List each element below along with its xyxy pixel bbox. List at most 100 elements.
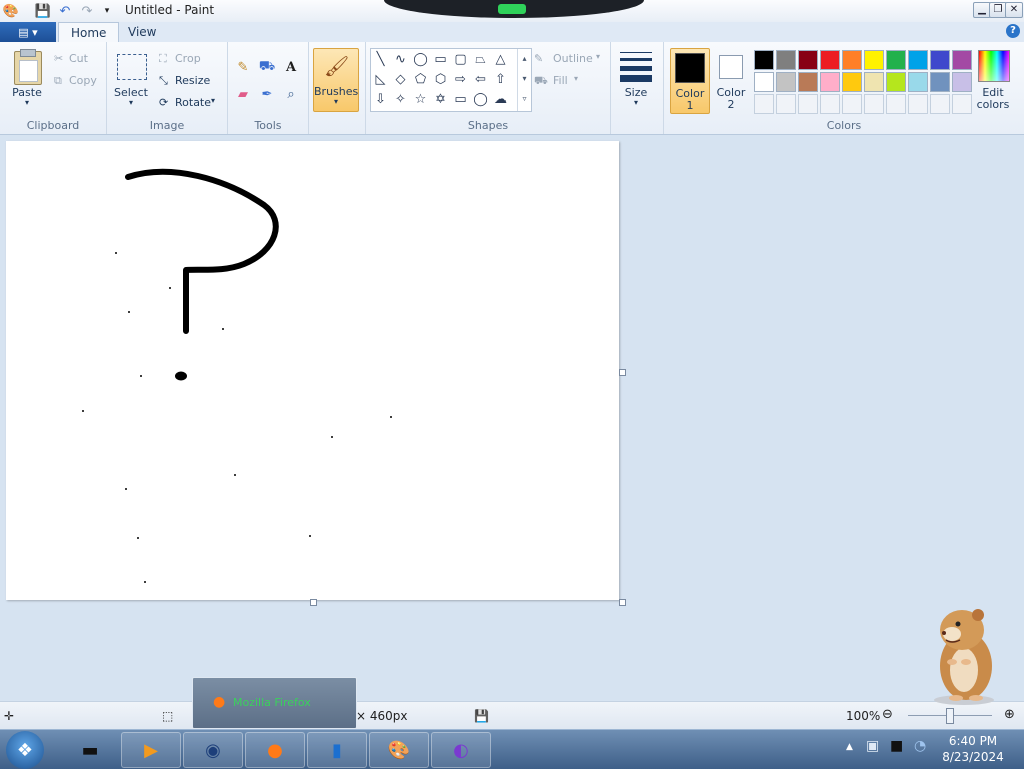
tab-view[interactable]: View xyxy=(116,22,168,42)
resize-handle-corner[interactable] xyxy=(619,599,626,606)
color2-button[interactable]: Color 2 xyxy=(712,48,750,112)
fill-dropdown-icon[interactable]: ▾ xyxy=(574,74,578,83)
drawing-canvas[interactable] xyxy=(6,141,619,600)
start-button[interactable]: ❖ xyxy=(6,731,44,769)
right-triangle-shape-icon[interactable]: ◺ xyxy=(371,70,390,89)
palette-swatch[interactable] xyxy=(952,72,972,92)
tray-printer-icon[interactable]: ▣ xyxy=(866,738,879,754)
rectangle-shape-icon[interactable]: ▭ xyxy=(431,50,450,69)
diamond-shape-icon[interactable]: ◇ xyxy=(391,70,410,89)
paint-taskbar-icon[interactable]: 🎨 xyxy=(369,732,429,768)
custom-color-slot[interactable] xyxy=(886,94,906,114)
fill-button[interactable]: Fill xyxy=(553,74,568,87)
brushes-button[interactable]: 🖌 Brushes ▾ xyxy=(313,48,359,112)
zoom-out-icon[interactable]: ⊖ xyxy=(882,707,893,722)
down-arrow-shape-icon[interactable]: ⇩ xyxy=(371,90,390,109)
network-icon[interactable]: ◔ xyxy=(914,738,926,754)
paste-icon[interactable] xyxy=(14,49,42,85)
outline-dropdown-icon[interactable]: ▾ xyxy=(596,52,600,61)
edit-colors-icon[interactable] xyxy=(978,50,1010,82)
paint-menu-button[interactable]: ▤ ▾ xyxy=(0,22,56,42)
custom-color-slot[interactable] xyxy=(952,94,972,114)
custom-color-slot[interactable] xyxy=(842,94,862,114)
redo-icon[interactable]: ↷ xyxy=(78,2,96,20)
palette-swatch[interactable] xyxy=(754,72,774,92)
pentagon-shape-icon[interactable]: ⬠ xyxy=(411,70,430,89)
rotate-dropdown-icon[interactable]: ▾ xyxy=(211,96,215,105)
crop-button[interactable]: Crop xyxy=(175,52,201,65)
palette-swatch[interactable] xyxy=(908,50,928,70)
palette-swatch[interactable] xyxy=(930,72,950,92)
palette-swatch[interactable] xyxy=(864,72,884,92)
palette-swatch[interactable] xyxy=(908,72,928,92)
size-dropdown-icon[interactable]: ▾ xyxy=(615,98,657,107)
color1-button[interactable]: Color 1 xyxy=(670,48,710,114)
mask-app-icon[interactable]: ◐ xyxy=(431,732,491,768)
custom-color-slot[interactable] xyxy=(930,94,950,114)
size-icon[interactable] xyxy=(620,52,652,82)
right-arrow-shape-icon[interactable]: ⇨ xyxy=(451,70,470,89)
hexagon-shape-icon[interactable]: ⬡ xyxy=(431,70,450,89)
custom-color-slot[interactable] xyxy=(864,94,884,114)
palette-swatch[interactable] xyxy=(820,50,840,70)
line-shape-icon[interactable]: ╲ xyxy=(371,50,390,69)
five-point-star-shape-icon[interactable]: ☆ xyxy=(411,90,430,109)
resize-handle-bottom[interactable] xyxy=(310,599,317,606)
customize-qat-icon[interactable]: ▾ xyxy=(98,2,116,20)
palette-swatch[interactable] xyxy=(930,50,950,70)
custom-color-slot[interactable] xyxy=(754,94,774,114)
firefox-taskbar-preview[interactable]: ● Mozilla Firefox xyxy=(192,677,357,729)
palette-swatch[interactable] xyxy=(798,72,818,92)
show-hidden-icons-icon[interactable]: ▲ xyxy=(846,742,853,752)
palette-swatch[interactable] xyxy=(886,72,906,92)
tray-app-icon[interactable]: ■ xyxy=(890,738,903,754)
hamster-desktop-pet[interactable] xyxy=(922,604,1008,706)
paint-app-icon[interactable]: 🎨 xyxy=(2,2,20,20)
color-picker-icon[interactable]: ✒ xyxy=(257,84,277,104)
rounded-rectangle-shape-icon[interactable]: ▢ xyxy=(451,50,470,69)
custom-color-slot[interactable] xyxy=(908,94,928,114)
palette-swatch[interactable] xyxy=(842,50,862,70)
palette-swatch[interactable] xyxy=(820,72,840,92)
zoom-slider-thumb[interactable] xyxy=(946,708,954,724)
cloud-callout-shape-icon[interactable]: ☁ xyxy=(491,90,510,109)
oval-callout-shape-icon[interactable]: ◯ xyxy=(471,90,490,109)
four-point-star-shape-icon[interactable]: ✧ xyxy=(391,90,410,109)
palette-swatch[interactable] xyxy=(776,50,796,70)
text-icon[interactable]: A xyxy=(281,57,301,77)
oval-shape-icon[interactable]: ◯ xyxy=(411,50,430,69)
tab-home[interactable]: Home xyxy=(58,22,120,44)
palette-swatch[interactable] xyxy=(842,72,862,92)
paste-dropdown-icon[interactable]: ▾ xyxy=(6,98,48,107)
palette-swatch[interactable] xyxy=(798,50,818,70)
select-dropdown-icon[interactable]: ▾ xyxy=(111,98,151,107)
custom-color-slot[interactable] xyxy=(776,94,796,114)
magnifier-icon[interactable]: ⌕ xyxy=(281,84,301,104)
globe-icon[interactable]: ◉ xyxy=(183,732,243,768)
firefox-taskbar-icon[interactable]: ● xyxy=(245,732,305,768)
up-arrow-shape-icon[interactable]: ⇧ xyxy=(491,70,510,89)
system-clock[interactable]: 6:40 PM 8/23/2024 xyxy=(940,733,1006,765)
undo-icon[interactable]: ↶ xyxy=(56,2,74,20)
pencil-icon[interactable]: ✎ xyxy=(233,57,253,77)
save-icon[interactable]: 💾 xyxy=(34,2,52,20)
resize-button[interactable]: Resize xyxy=(175,74,210,87)
left-arrow-shape-icon[interactable]: ⇦ xyxy=(471,70,490,89)
triangle-shape-icon[interactable]: △ xyxy=(491,50,510,69)
fill-icon[interactable]: ⛟ xyxy=(257,57,277,77)
select-icon[interactable] xyxy=(117,54,147,80)
custom-color-slot[interactable] xyxy=(820,94,840,114)
six-point-star-shape-icon[interactable]: ✡ xyxy=(431,90,450,109)
palette-swatch[interactable] xyxy=(886,50,906,70)
media-player-icon[interactable]: ▶ xyxy=(121,732,181,768)
palette-swatch[interactable] xyxy=(864,50,884,70)
phone-app-icon[interactable]: ▮ xyxy=(307,732,367,768)
shapes-scroll[interactable]: ▴ ▾ ▿ xyxy=(517,49,531,111)
help-icon[interactable]: ? xyxy=(1006,24,1020,38)
eraser-icon[interactable]: ▰ xyxy=(233,84,253,104)
palette-swatch[interactable] xyxy=(776,72,796,92)
rect-callout-shape-icon[interactable]: ▭ xyxy=(451,90,470,109)
custom-color-slot[interactable] xyxy=(798,94,818,114)
palette-swatch[interactable] xyxy=(754,50,774,70)
rotate-button[interactable]: Rotate xyxy=(175,96,211,109)
